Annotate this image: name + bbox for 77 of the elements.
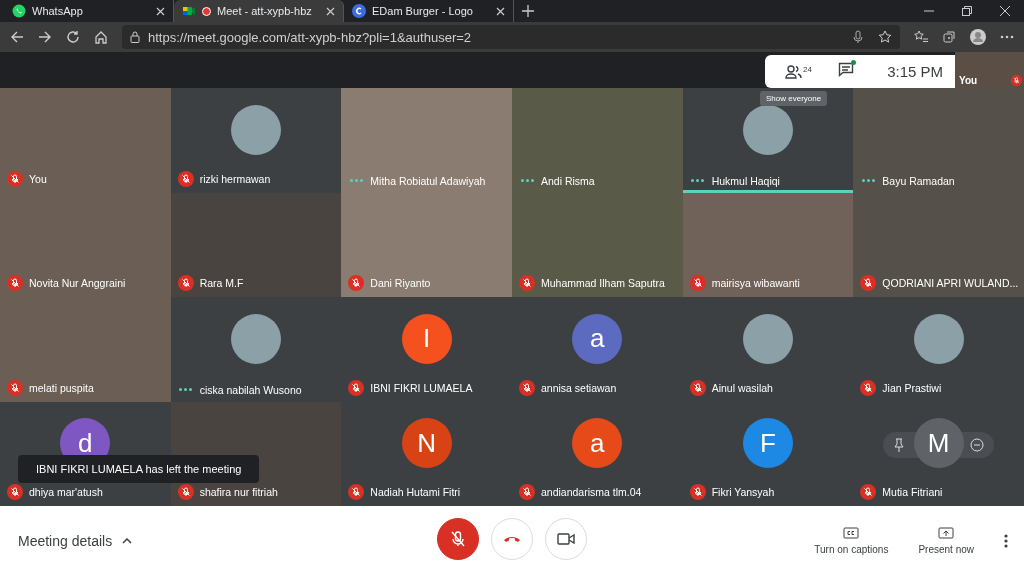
camera-logo-icon xyxy=(182,4,196,18)
participant-name: Bayu Ramadan xyxy=(882,174,955,187)
close-icon[interactable] xyxy=(156,6,165,16)
more-options-icon[interactable] xyxy=(1000,35,1014,39)
pin-icon[interactable] xyxy=(893,437,906,452)
present-screen-icon xyxy=(938,526,955,539)
avatar-initial: N xyxy=(401,418,452,469)
closed-captions-icon xyxy=(843,526,860,539)
notification-toast: IBNI FIKRI LUMAELA has left the meeting xyxy=(18,455,260,483)
participant-name: andiandarisma tlm.04 xyxy=(541,486,642,498)
participant-name: ciska nabilah Wusono xyxy=(199,383,302,396)
address-bar[interactable]: https://meet.google.com/att-xypb-hbz?pli=1&authuser=2 xyxy=(122,25,900,49)
participant-name: rizki hermawan xyxy=(199,172,271,185)
close-window-icon[interactable] xyxy=(1000,6,1010,16)
participant-name: Novita Nur Anggraini xyxy=(29,277,126,289)
close-icon[interactable] xyxy=(326,6,335,16)
present-button[interactable]: Present now xyxy=(918,526,974,555)
participant-name: Jian Prastiwi xyxy=(882,381,942,394)
participant-name: QODRIANI APRI WULAND... xyxy=(882,277,1019,289)
caret-up-icon xyxy=(122,537,133,544)
participant-name: Mitha Robiatul Adawiyah xyxy=(370,174,486,187)
avatar-photo-placeholder xyxy=(231,313,281,364)
whatsapp-icon xyxy=(12,4,26,18)
captions-button[interactable]: Turn on captions xyxy=(814,526,889,555)
clock-time: 3:15 PM xyxy=(887,63,943,80)
participant-name: You xyxy=(29,172,47,185)
participant-name: melati puspita xyxy=(29,381,94,394)
participant-name: Rara M.F xyxy=(199,277,244,289)
participant-name: Muhammad Ilham Saputra xyxy=(541,277,665,289)
participant-name: Dani Riyanto xyxy=(370,277,431,289)
video-camera-icon xyxy=(557,533,575,545)
favorites-icon[interactable] xyxy=(914,30,928,44)
participant-name: dhiya mar'atush xyxy=(29,486,103,498)
avatar-photo-placeholder xyxy=(743,104,793,155)
self-label: You xyxy=(959,75,978,86)
phone-hang-up-icon xyxy=(503,535,521,543)
back-arrow-icon[interactable] xyxy=(10,30,24,44)
avatar-photo-placeholder xyxy=(743,313,793,364)
participant-name: Nadiah Hutami Fitri xyxy=(370,486,461,498)
collections-icon[interactable] xyxy=(942,30,956,44)
participant-name: annisa setiawan xyxy=(541,381,617,394)
tooltip: Show everyone xyxy=(760,91,828,106)
close-icon[interactable] xyxy=(496,6,505,16)
participants-button[interactable]: 24 xyxy=(785,64,812,79)
url-text: https://meet.google.com/att-xypb-hbz?pli=1&authuser=2 xyxy=(148,29,472,45)
star-plus-icon[interactable] xyxy=(878,30,892,44)
participant-name: Mutia Fitriani xyxy=(882,486,943,498)
browser-tab[interactable]: Meet - att-xypb-hbz xyxy=(174,0,344,22)
avatar-initial: I xyxy=(401,313,452,364)
meeting-details-button[interactable]: Meeting details xyxy=(18,532,133,549)
profile-avatar-icon[interactable] xyxy=(970,29,986,45)
remove-icon[interactable] xyxy=(970,437,984,452)
avatar-initial: a xyxy=(572,418,623,469)
lock-icon xyxy=(130,31,140,43)
microphone-icon[interactable] xyxy=(852,30,864,44)
people-icon xyxy=(785,64,803,79)
reload-icon[interactable] xyxy=(66,30,80,44)
participant-name: Fikri Yansyah xyxy=(711,486,775,498)
participant-name: shafira nur fitriah xyxy=(199,486,278,498)
participant-name: Hukmul Haqiqi xyxy=(711,174,780,187)
avatar-initial: a xyxy=(572,313,623,364)
participant-name: IBNI FIKRI LUMAELA xyxy=(370,381,473,394)
microphone-button[interactable] xyxy=(437,518,479,560)
avatar-photo-placeholder xyxy=(231,104,281,155)
home-icon[interactable] xyxy=(94,30,108,44)
avatar-initial: M xyxy=(913,418,964,469)
forward-arrow-icon[interactable] xyxy=(38,30,52,44)
avatar-initial: F xyxy=(743,418,793,469)
muted-mic-icon xyxy=(450,530,466,548)
more-options-icon[interactable] xyxy=(1004,533,1008,548)
participant-name: mairisya wibawanti xyxy=(711,277,800,289)
camera-button[interactable] xyxy=(545,518,587,560)
letter-c-icon xyxy=(352,4,366,18)
restore-icon[interactable] xyxy=(962,6,972,16)
participant-name: Ainul wasilah xyxy=(711,381,773,394)
participant-name: Andi Risma xyxy=(541,174,595,187)
new-tab-icon[interactable] xyxy=(522,5,534,17)
